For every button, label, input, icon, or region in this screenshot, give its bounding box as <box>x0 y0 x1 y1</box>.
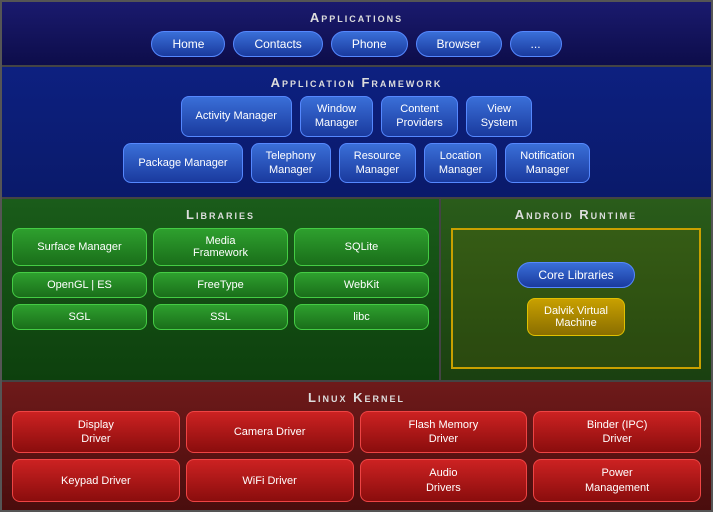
middle-layer: Libraries Surface Manager MediaFramework… <box>2 199 711 382</box>
framework-layer: Application Framework Activity Manager W… <box>2 67 711 199</box>
kernel-camera-driver[interactable]: Camera Driver <box>186 411 354 454</box>
libraries-layer: Libraries Surface Manager MediaFramework… <box>2 199 441 380</box>
lib-sqlite[interactable]: SQLite <box>294 228 429 266</box>
runtime-dalvik[interactable]: Dalvik VirtualMachine <box>527 298 625 336</box>
lib-opengl[interactable]: OpenGL | ES <box>12 272 147 298</box>
runtime-layer: Android Runtime Core Libraries Dalvik Vi… <box>441 199 711 380</box>
libraries-grid: Surface Manager MediaFramework SQLite Op… <box>12 228 429 330</box>
kernel-audio-drivers[interactable]: AudioDrivers <box>360 459 528 502</box>
lib-webkit[interactable]: WebKit <box>294 272 429 298</box>
lib-freetype[interactable]: FreeType <box>153 272 288 298</box>
runtime-core-libraries[interactable]: Core Libraries <box>517 262 634 288</box>
kernel-title: Linux Kernel <box>12 390 701 405</box>
fw-view-system[interactable]: ViewSystem <box>466 96 533 137</box>
fw-package-manager[interactable]: Package Manager <box>123 143 242 184</box>
lib-sgl[interactable]: SGL <box>12 304 147 330</box>
applications-title: Applications <box>12 10 701 25</box>
kernel-keypad-driver[interactable]: Keypad Driver <box>12 459 180 502</box>
fw-notification-manager[interactable]: NotificationManager <box>505 143 589 184</box>
fw-location-manager[interactable]: LocationManager <box>424 143 497 184</box>
app-home-button[interactable]: Home <box>151 31 225 57</box>
app-contacts-button[interactable]: Contacts <box>233 31 322 57</box>
framework-row1: Activity Manager WindowManager ContentPr… <box>12 96 701 137</box>
runtime-inner: Core Libraries Dalvik VirtualMachine <box>451 228 701 369</box>
lib-ssl[interactable]: SSL <box>153 304 288 330</box>
app-browser-button[interactable]: Browser <box>416 31 502 57</box>
kernel-binder-driver[interactable]: Binder (IPC)Driver <box>533 411 701 454</box>
lib-surface-manager[interactable]: Surface Manager <box>12 228 147 266</box>
applications-buttons: Home Contacts Phone Browser ... <box>12 31 701 57</box>
kernel-display-driver[interactable]: DisplayDriver <box>12 411 180 454</box>
runtime-title: Android Runtime <box>451 207 701 222</box>
framework-title: Application Framework <box>12 75 701 90</box>
kernel-layer: Linux Kernel DisplayDriver Camera Driver… <box>2 382 711 510</box>
lib-media-framework[interactable]: MediaFramework <box>153 228 288 266</box>
fw-content-providers[interactable]: ContentProviders <box>381 96 457 137</box>
app-phone-button[interactable]: Phone <box>331 31 408 57</box>
kernel-wifi-driver[interactable]: WiFi Driver <box>186 459 354 502</box>
fw-window-manager[interactable]: WindowManager <box>300 96 373 137</box>
libraries-title: Libraries <box>12 207 429 222</box>
app-more-button[interactable]: ... <box>510 31 562 57</box>
kernel-grid: DisplayDriver Camera Driver Flash Memory… <box>12 411 701 502</box>
framework-row2: Package Manager TelephonyManager Resourc… <box>12 143 701 184</box>
fw-activity-manager[interactable]: Activity Manager <box>181 96 292 137</box>
applications-layer: Applications Home Contacts Phone Browser… <box>2 2 711 67</box>
kernel-flash-memory-driver[interactable]: Flash MemoryDriver <box>360 411 528 454</box>
lib-libc[interactable]: libc <box>294 304 429 330</box>
kernel-power-management[interactable]: PowerManagement <box>533 459 701 502</box>
fw-telephony-manager[interactable]: TelephonyManager <box>251 143 331 184</box>
architecture-diagram: Applications Home Contacts Phone Browser… <box>0 0 713 512</box>
fw-resource-manager[interactable]: ResourceManager <box>339 143 416 184</box>
